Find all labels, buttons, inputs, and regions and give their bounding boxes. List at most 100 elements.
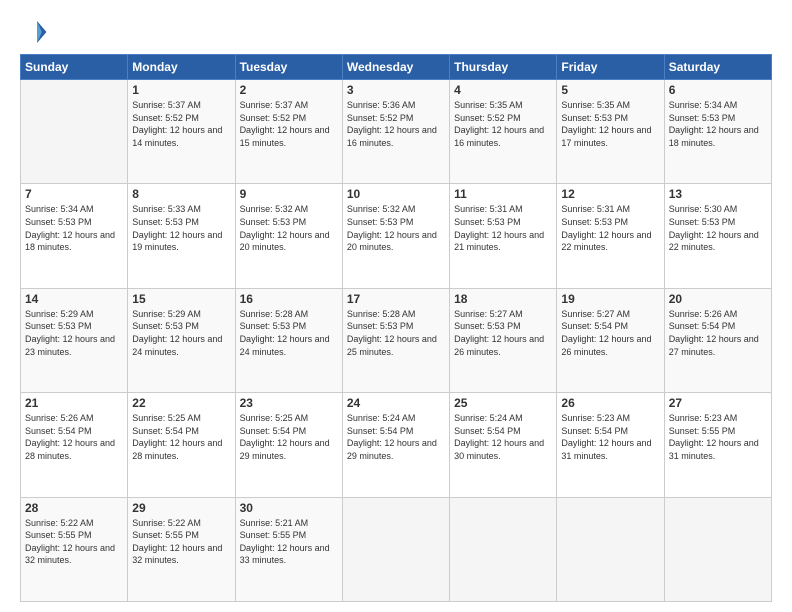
day-number: 4: [454, 83, 552, 97]
day-info: Sunrise: 5:28 AMSunset: 5:53 PMDaylight:…: [347, 308, 445, 358]
day-number: 11: [454, 187, 552, 201]
calendar-cell: 13 Sunrise: 5:30 AMSunset: 5:53 PMDayligh…: [664, 184, 771, 288]
day-number: 13: [669, 187, 767, 201]
calendar-header-saturday: Saturday: [664, 55, 771, 80]
day-number: 29: [132, 501, 230, 515]
day-info: Sunrise: 5:37 AMSunset: 5:52 PMDaylight:…: [132, 99, 230, 149]
day-info: Sunrise: 5:30 AMSunset: 5:53 PMDaylight:…: [669, 203, 767, 253]
calendar-cell: [557, 497, 664, 601]
calendar-cell: 4Sunrise: 5:35 AMSunset: 5:52 PMDaylight…: [450, 80, 557, 184]
day-info: Sunrise: 5:34 AMSunset: 5:53 PMDaylight:…: [25, 203, 123, 253]
calendar-cell: 3Sunrise: 5:36 AMSunset: 5:52 PMDaylight…: [342, 80, 449, 184]
day-number: 1: [132, 83, 230, 97]
calendar-cell: [450, 497, 557, 601]
header: [20, 18, 772, 46]
calendar-cell: 20Sunrise: 5:26 AMSunset: 5:54 PMDayligh…: [664, 288, 771, 392]
day-info: Sunrise: 5:32 AMSunset: 5:53 PMDaylight:…: [347, 203, 445, 253]
calendar-cell: 18Sunrise: 5:27 AMSunset: 5:53 PMDayligh…: [450, 288, 557, 392]
calendar-cell: 30 Sunrise: 5:21 AMSunset: 5:55 PMDayligh…: [235, 497, 342, 601]
logo: [20, 18, 52, 46]
day-number: 5: [561, 83, 659, 97]
calendar-cell: 10Sunrise: 5:32 AMSunset: 5:53 PMDayligh…: [342, 184, 449, 288]
day-number: 28: [25, 501, 123, 515]
calendar-cell: 22 Sunrise: 5:25 AMSunset: 5:54 PMDayligh…: [128, 393, 235, 497]
calendar-cell: 17 Sunrise: 5:28 AMSunset: 5:53 PMDayligh…: [342, 288, 449, 392]
day-info: Sunrise: 5:25 AMSunset: 5:54 PMDaylight:…: [240, 412, 338, 462]
day-number: 2: [240, 83, 338, 97]
calendar-cell: 29Sunrise: 5:22 AMSunset: 5:55 PMDayligh…: [128, 497, 235, 601]
calendar-week-3: 21Sunrise: 5:26 AMSunset: 5:54 PMDayligh…: [21, 393, 772, 497]
calendar-cell: 23 Sunrise: 5:25 AMSunset: 5:54 PMDayligh…: [235, 393, 342, 497]
calendar-cell: 28 Sunrise: 5:22 AMSunset: 5:55 PMDayligh…: [21, 497, 128, 601]
calendar-cell: 1 Sunrise: 5:37 AMSunset: 5:52 PMDaylight…: [128, 80, 235, 184]
day-number: 16: [240, 292, 338, 306]
calendar-week-1: 7 Sunrise: 5:34 AMSunset: 5:53 PMDaylight…: [21, 184, 772, 288]
calendar-cell: 5 Sunrise: 5:35 AMSunset: 5:53 PMDaylight…: [557, 80, 664, 184]
day-number: 18: [454, 292, 552, 306]
day-info: Sunrise: 5:35 AMSunset: 5:53 PMDaylight:…: [561, 99, 659, 149]
calendar-cell: [342, 497, 449, 601]
logo-icon: [20, 18, 48, 46]
day-info: Sunrise: 5:22 AMSunset: 5:55 PMDaylight:…: [25, 517, 123, 567]
day-number: 27: [669, 396, 767, 410]
calendar-cell: 19 Sunrise: 5:27 AMSunset: 5:54 PMDayligh…: [557, 288, 664, 392]
day-number: 9: [240, 187, 338, 201]
calendar-cell: 21Sunrise: 5:26 AMSunset: 5:54 PMDayligh…: [21, 393, 128, 497]
calendar-cell: 2Sunrise: 5:37 AMSunset: 5:52 PMDaylight…: [235, 80, 342, 184]
calendar-cell: 27Sunrise: 5:23 AMSunset: 5:55 PMDayligh…: [664, 393, 771, 497]
calendar-header-row: SundayMondayTuesdayWednesdayThursdayFrid…: [21, 55, 772, 80]
calendar-cell: [664, 497, 771, 601]
day-info: Sunrise: 5:21 AMSunset: 5:55 PMDaylight:…: [240, 517, 338, 567]
day-number: 8: [132, 187, 230, 201]
calendar-cell: [21, 80, 128, 184]
day-info: Sunrise: 5:33 AMSunset: 5:53 PMDaylight:…: [132, 203, 230, 253]
day-number: 12: [561, 187, 659, 201]
calendar-cell: 16Sunrise: 5:28 AMSunset: 5:53 PMDayligh…: [235, 288, 342, 392]
calendar-cell: 11 Sunrise: 5:31 AMSunset: 5:53 PMDayligh…: [450, 184, 557, 288]
day-number: 23: [240, 396, 338, 410]
day-info: Sunrise: 5:32 AMSunset: 5:53 PMDaylight:…: [240, 203, 338, 253]
day-info: Sunrise: 5:31 AMSunset: 5:53 PMDaylight:…: [454, 203, 552, 253]
day-number: 25: [454, 396, 552, 410]
calendar-cell: 7 Sunrise: 5:34 AMSunset: 5:53 PMDaylight…: [21, 184, 128, 288]
day-info: Sunrise: 5:26 AMSunset: 5:54 PMDaylight:…: [25, 412, 123, 462]
day-info: Sunrise: 5:31 AMSunset: 5:53 PMDaylight:…: [561, 203, 659, 253]
calendar-table: SundayMondayTuesdayWednesdayThursdayFrid…: [20, 54, 772, 602]
day-number: 24: [347, 396, 445, 410]
day-info: Sunrise: 5:27 AMSunset: 5:54 PMDaylight:…: [561, 308, 659, 358]
calendar-cell: 12 Sunrise: 5:31 AMSunset: 5:53 PMDayligh…: [557, 184, 664, 288]
calendar-cell: 25 Sunrise: 5:24 AMSunset: 5:54 PMDayligh…: [450, 393, 557, 497]
calendar-cell: 24 Sunrise: 5:24 AMSunset: 5:54 PMDayligh…: [342, 393, 449, 497]
calendar-header-monday: Monday: [128, 55, 235, 80]
day-info: Sunrise: 5:25 AMSunset: 5:54 PMDaylight:…: [132, 412, 230, 462]
day-info: Sunrise: 5:23 AMSunset: 5:54 PMDaylight:…: [561, 412, 659, 462]
day-number: 30: [240, 501, 338, 515]
day-number: 19: [561, 292, 659, 306]
calendar-cell: 26 Sunrise: 5:23 AMSunset: 5:54 PMDayligh…: [557, 393, 664, 497]
calendar-cell: 6 Sunrise: 5:34 AMSunset: 5:53 PMDaylight…: [664, 80, 771, 184]
calendar-week-0: 1 Sunrise: 5:37 AMSunset: 5:52 PMDaylight…: [21, 80, 772, 184]
day-info: Sunrise: 5:29 AMSunset: 5:53 PMDaylight:…: [132, 308, 230, 358]
calendar-week-4: 28 Sunrise: 5:22 AMSunset: 5:55 PMDayligh…: [21, 497, 772, 601]
day-number: 14: [25, 292, 123, 306]
calendar-header-sunday: Sunday: [21, 55, 128, 80]
day-info: Sunrise: 5:24 AMSunset: 5:54 PMDaylight:…: [454, 412, 552, 462]
day-number: 17: [347, 292, 445, 306]
day-info: Sunrise: 5:26 AMSunset: 5:54 PMDaylight:…: [669, 308, 767, 358]
page: SundayMondayTuesdayWednesdayThursdayFrid…: [0, 0, 792, 612]
day-info: Sunrise: 5:29 AMSunset: 5:53 PMDaylight:…: [25, 308, 123, 358]
calendar-cell: 14 Sunrise: 5:29 AMSunset: 5:53 PMDayligh…: [21, 288, 128, 392]
day-number: 3: [347, 83, 445, 97]
day-number: 6: [669, 83, 767, 97]
calendar-cell: 9 Sunrise: 5:32 AMSunset: 5:53 PMDaylight…: [235, 184, 342, 288]
calendar-header-tuesday: Tuesday: [235, 55, 342, 80]
day-number: 15: [132, 292, 230, 306]
calendar-header-friday: Friday: [557, 55, 664, 80]
day-number: 7: [25, 187, 123, 201]
day-info: Sunrise: 5:24 AMSunset: 5:54 PMDaylight:…: [347, 412, 445, 462]
day-number: 26: [561, 396, 659, 410]
day-number: 22: [132, 396, 230, 410]
calendar-cell: 8 Sunrise: 5:33 AMSunset: 5:53 PMDaylight…: [128, 184, 235, 288]
calendar-week-2: 14 Sunrise: 5:29 AMSunset: 5:53 PMDayligh…: [21, 288, 772, 392]
day-info: Sunrise: 5:34 AMSunset: 5:53 PMDaylight:…: [669, 99, 767, 149]
